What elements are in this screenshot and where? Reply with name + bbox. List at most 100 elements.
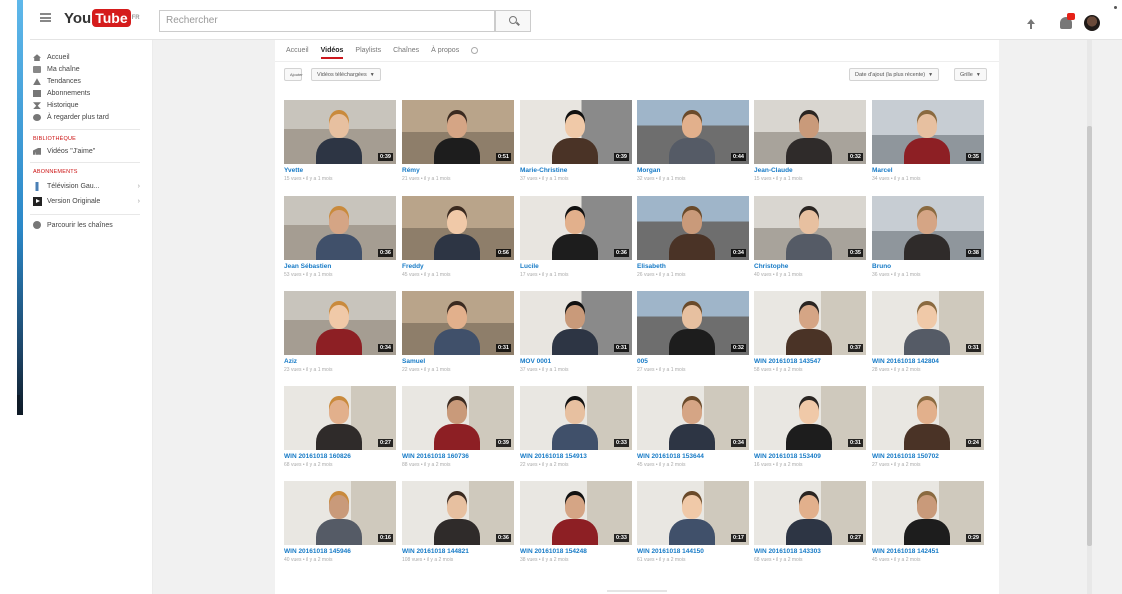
- youtube-logo[interactable]: You Tube FR: [64, 9, 140, 27]
- video-title[interactable]: Freddy: [402, 263, 514, 271]
- video-card[interactable]: 0:33 WIN 20161018 154248 38 vues • il y …: [520, 481, 632, 563]
- video-thumbnail[interactable]: 0:51: [402, 100, 514, 164]
- video-title[interactable]: Marie-Christine: [520, 167, 632, 175]
- sort-button[interactable]: Date d'ajout (la plus récente) ▼: [849, 68, 940, 81]
- video-title[interactable]: Aziz: [284, 358, 396, 366]
- video-card[interactable]: 0:31 WIN 20161018 142804 28 vues • il y …: [872, 291, 984, 373]
- video-thumbnail[interactable]: 0:31: [520, 291, 632, 355]
- video-thumbnail[interactable]: 0:34: [637, 386, 749, 450]
- video-title[interactable]: Christophe: [754, 263, 866, 271]
- video-card[interactable]: 0:24 WIN 20161018 150702 27 vues • il y …: [872, 386, 984, 468]
- scrollbar-thumb[interactable]: [1087, 126, 1092, 546]
- video-thumbnail[interactable]: 0:38: [872, 196, 984, 260]
- video-title[interactable]: WIN 20161018 150702: [872, 453, 984, 461]
- video-card[interactable]: 0:44 Morgan 32 vues • il y a 1 mois: [637, 100, 749, 182]
- video-thumbnail[interactable]: 0:36: [402, 481, 514, 545]
- sidebar-item-watch-later[interactable]: À regarder plus tard: [30, 112, 152, 124]
- sidebar-item-history[interactable]: Historique: [30, 100, 152, 112]
- video-card[interactable]: 0:39 WIN 20161018 160736 88 vues • il y …: [402, 386, 514, 468]
- video-title[interactable]: WIN 20161018 145946: [284, 548, 396, 556]
- video-card[interactable]: 0:36 Jean Sébastien 53 vues • il y a 1 m…: [284, 196, 396, 278]
- video-card[interactable]: 0:38 Bruno 36 vues • il y a 1 mois: [872, 196, 984, 278]
- tab-playlists[interactable]: Playlists: [355, 47, 381, 54]
- video-card[interactable]: 0:36 WIN 20161018 144821 108 vues • il y…: [402, 481, 514, 563]
- video-thumbnail[interactable]: 0:32: [637, 291, 749, 355]
- video-thumbnail[interactable]: 0:44: [637, 100, 749, 164]
- video-card[interactable]: 0:27 WIN 20161018 160826 68 vues • il y …: [284, 386, 396, 468]
- video-thumbnail[interactable]: 0:34: [284, 291, 396, 355]
- video-title[interactable]: Lucile: [520, 263, 632, 271]
- video-card[interactable]: 0:33 WIN 20161018 154913 22 vues • il y …: [520, 386, 632, 468]
- add-button[interactable]: Ajouter: [284, 68, 303, 81]
- video-card[interactable]: 0:31 MOV 0001 37 vues • il y a 1 mois: [520, 291, 632, 373]
- tab-about[interactable]: À propos: [431, 47, 459, 54]
- video-title[interactable]: WIN 20161018 144150: [637, 548, 749, 556]
- video-card[interactable]: 0:16 WIN 20161018 145946 40 vues • il y …: [284, 481, 396, 563]
- video-thumbnail[interactable]: 0:33: [520, 481, 632, 545]
- video-card[interactable]: 0:32 Jean-Claude 15 vues • il y a 1 mois: [754, 100, 866, 182]
- upload-icon[interactable]: [1026, 19, 1036, 29]
- video-thumbnail[interactable]: 0:39: [520, 100, 632, 164]
- video-title[interactable]: 005: [637, 358, 749, 366]
- tab-videos[interactable]: Vidéos: [320, 47, 344, 59]
- video-title[interactable]: WIN 20161018 154913: [520, 453, 632, 461]
- video-thumbnail[interactable]: 0:27: [284, 386, 396, 450]
- video-card[interactable]: 0:17 WIN 20161018 144150 61 vues • il y …: [637, 481, 749, 563]
- video-thumbnail[interactable]: 0:37: [754, 291, 866, 355]
- tab-home[interactable]: Accueil: [286, 47, 309, 54]
- video-title[interactable]: WIN 20161018 153644: [637, 453, 749, 461]
- search-input[interactable]: Rechercher: [159, 10, 495, 32]
- search-button[interactable]: [495, 10, 531, 32]
- sidebar-item-browse-channels[interactable]: Parcourir les chaînes: [30, 218, 152, 232]
- video-title[interactable]: WIN 20161018 160736: [402, 453, 514, 461]
- video-card[interactable]: 0:34 Aziz 23 vues • il y a 1 mois: [284, 291, 396, 373]
- video-thumbnail[interactable]: 0:32: [754, 100, 866, 164]
- sidebar-item-subscription-vo[interactable]: Version Originale ›: [30, 194, 152, 209]
- video-title[interactable]: Marcel: [872, 167, 984, 175]
- video-title[interactable]: WIN 20161018 143303: [754, 548, 866, 556]
- sidebar-item-trending[interactable]: Tendances: [30, 76, 152, 88]
- video-thumbnail[interactable]: 0:33: [520, 386, 632, 450]
- video-card[interactable]: 0:51 Rémy 21 vues • il y a 1 mois: [402, 100, 514, 182]
- scroll-arrow-icon[interactable]: [1114, 6, 1117, 9]
- sidebar-item-channel[interactable]: Ma chaîne: [30, 64, 152, 76]
- video-card[interactable]: 0:34 WIN 20161018 153644 45 vues • il y …: [637, 386, 749, 468]
- sidebar-item-subscription-tv[interactable]: Télévision Gau... ›: [30, 179, 152, 194]
- video-thumbnail[interactable]: 0:24: [872, 386, 984, 450]
- video-card[interactable]: 0:35 Christophe 40 vues • il y a 1 mois: [754, 196, 866, 278]
- video-thumbnail[interactable]: 0:31: [402, 291, 514, 355]
- uploaded-filter-button[interactable]: Vidéos téléchargées ▼: [311, 68, 381, 81]
- video-card[interactable]: 0:31 WIN 20161018 153409 16 vues • il y …: [754, 386, 866, 468]
- video-thumbnail[interactable]: 0:56: [402, 196, 514, 260]
- video-title[interactable]: Samuel: [402, 358, 514, 366]
- channel-search-icon[interactable]: [471, 47, 479, 54]
- video-thumbnail[interactable]: 0:34: [637, 196, 749, 260]
- video-title[interactable]: Rémy: [402, 167, 514, 175]
- video-thumbnail[interactable]: 0:17: [637, 481, 749, 545]
- video-title[interactable]: Jean Sébastien: [284, 263, 396, 271]
- video-card[interactable]: 0:39 Yvette 15 vues • il y a 1 mois: [284, 100, 396, 182]
- video-title[interactable]: Yvette: [284, 167, 396, 175]
- video-title[interactable]: WIN 20161018 160826: [284, 453, 396, 461]
- video-title[interactable]: WIN 20161018 144821: [402, 548, 514, 556]
- video-card[interactable]: 0:56 Freddy 45 vues • il y a 1 mois: [402, 196, 514, 278]
- video-thumbnail[interactable]: 0:29: [872, 481, 984, 545]
- video-card[interactable]: 0:37 WIN 20161018 143547 58 vues • il y …: [754, 291, 866, 373]
- sidebar-item-home[interactable]: Accueil: [30, 52, 152, 64]
- video-card[interactable]: 0:39 Marie-Christine 37 vues • il y a 1 …: [520, 100, 632, 182]
- video-card[interactable]: 0:34 Elisabeth 26 vues • il y a 1 mois: [637, 196, 749, 278]
- video-title[interactable]: Jean-Claude: [754, 167, 866, 175]
- video-title[interactable]: Elisabeth: [637, 263, 749, 271]
- sidebar-item-liked-videos[interactable]: Vidéos "J'aime": [30, 146, 152, 158]
- video-title[interactable]: WIN 20161018 153409: [754, 453, 866, 461]
- video-card[interactable]: 0:29 WIN 20161018 142451 45 vues • il y …: [872, 481, 984, 563]
- video-card[interactable]: 0:31 Samuel 22 vues • il y a 1 mois: [402, 291, 514, 373]
- video-thumbnail[interactable]: 0:39: [402, 386, 514, 450]
- video-title[interactable]: WIN 20161018 154248: [520, 548, 632, 556]
- video-thumbnail[interactable]: 0:39: [284, 100, 396, 164]
- video-title[interactable]: WIN 20161018 143547: [754, 358, 866, 366]
- video-card[interactable]: 0:35 Marcel 34 vues • il y a 1 mois: [872, 100, 984, 182]
- video-title[interactable]: WIN 20161018 142804: [872, 358, 984, 366]
- video-title[interactable]: MOV 0001: [520, 358, 632, 366]
- video-thumbnail[interactable]: 0:36: [284, 196, 396, 260]
